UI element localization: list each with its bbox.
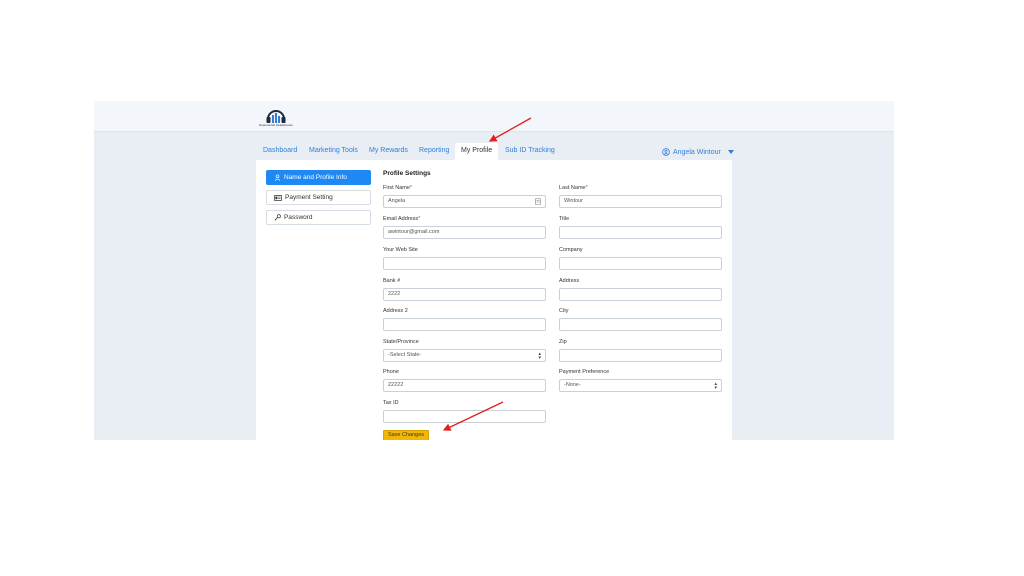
required-mark: * — [409, 185, 413, 191]
last-name-label: Last Name* — [559, 185, 588, 191]
required-mark: * — [585, 185, 588, 191]
sidebar-item-name-profile[interactable]: Name and Profile Info — [266, 170, 371, 185]
website-field[interactable] — [383, 257, 546, 270]
company-field[interactable] — [559, 257, 722, 270]
tab-dashboard[interactable]: Dashboard — [263, 143, 297, 161]
select-arrows-icon: ▴ ▾ — [714, 381, 717, 391]
user-name: Angela Wintour — [673, 148, 721, 156]
zip-field[interactable] — [559, 349, 722, 362]
form-title: Profile Settings — [383, 170, 431, 177]
brand-logo[interactable]: Exponential Headphones — [256, 107, 296, 127]
first-name-label: First Name* — [383, 185, 413, 191]
logo-text: Exponential Headphones — [259, 123, 293, 127]
header-bar: Exponential Headphones — [94, 101, 894, 132]
id-card-icon — [274, 194, 282, 201]
user-circle-icon — [662, 148, 670, 156]
caret-down-icon — [727, 150, 734, 154]
tax-id-label: Tax ID — [383, 400, 399, 406]
address2-field[interactable] — [383, 318, 546, 331]
address-field[interactable] — [559, 288, 722, 301]
address-label: Address — [559, 278, 580, 284]
state-select[interactable]: -Select State- ▴ ▾ — [383, 349, 546, 362]
tab-marketing-tools[interactable]: Marketing Tools — [309, 143, 358, 161]
sidebar-item-label: Password — [284, 214, 313, 221]
tax-id-field[interactable] — [383, 410, 546, 423]
payment-preference-label: Payment Preference — [559, 369, 610, 375]
sidebar-item-label: Name and Profile Info — [284, 174, 347, 181]
state-label: State/Province — [383, 339, 419, 345]
sidebar-item-password[interactable]: Password — [266, 210, 371, 225]
phone-label: Phone — [383, 369, 399, 375]
tab-my-profile[interactable]: My Profile — [455, 143, 499, 161]
required-mark: * — [418, 216, 421, 222]
headphones-logo-icon — [266, 110, 286, 123]
title-label: Title — [559, 216, 570, 222]
email-field[interactable]: awintour@gmail.com — [383, 226, 546, 239]
sidebar-item-payment-setting[interactable]: Payment Setting — [266, 190, 371, 205]
address2-label: Address 2 — [383, 308, 408, 314]
email-label: Email Address* — [383, 216, 421, 222]
screenshot-stage: Exponential Headphones Dashboard Marketi… — [0, 0, 1024, 576]
contact-card-icon — [535, 198, 541, 205]
sidebar-item-label: Payment Setting — [285, 194, 333, 201]
select-arrows-icon: ▴ ▾ — [538, 351, 541, 361]
title-field[interactable] — [559, 226, 722, 239]
bank-label: Bank # — [383, 278, 401, 284]
last-name-field[interactable]: Wintour — [559, 195, 722, 208]
payment-preference-select[interactable]: -None- ▴ ▾ — [559, 379, 722, 392]
tab-sub-id-tracking[interactable]: Sub ID Tracking — [505, 143, 555, 161]
app-window: Exponential Headphones Dashboard Marketi… — [94, 101, 894, 440]
user-icon — [274, 174, 281, 181]
bank-field[interactable]: 2222 — [383, 288, 546, 301]
user-menu[interactable]: Angela Wintour — [662, 146, 734, 158]
city-field[interactable] — [559, 318, 722, 331]
website-label: Your Web Site — [383, 247, 418, 253]
zip-label: Zip — [559, 339, 567, 345]
city-label: City — [559, 308, 569, 314]
company-label: Company — [559, 247, 583, 253]
save-changes-button[interactable]: Save Changes — [383, 430, 429, 440]
tab-my-rewards[interactable]: My Rewards — [369, 143, 408, 161]
key-icon — [274, 214, 281, 221]
profile-panel: Name and Profile Info Payment Setting Pa… — [256, 160, 732, 440]
tab-reporting[interactable]: Reporting — [419, 143, 449, 161]
first-name-field[interactable]: Angela — [383, 195, 546, 208]
phone-field[interactable]: 22222 — [383, 379, 546, 392]
